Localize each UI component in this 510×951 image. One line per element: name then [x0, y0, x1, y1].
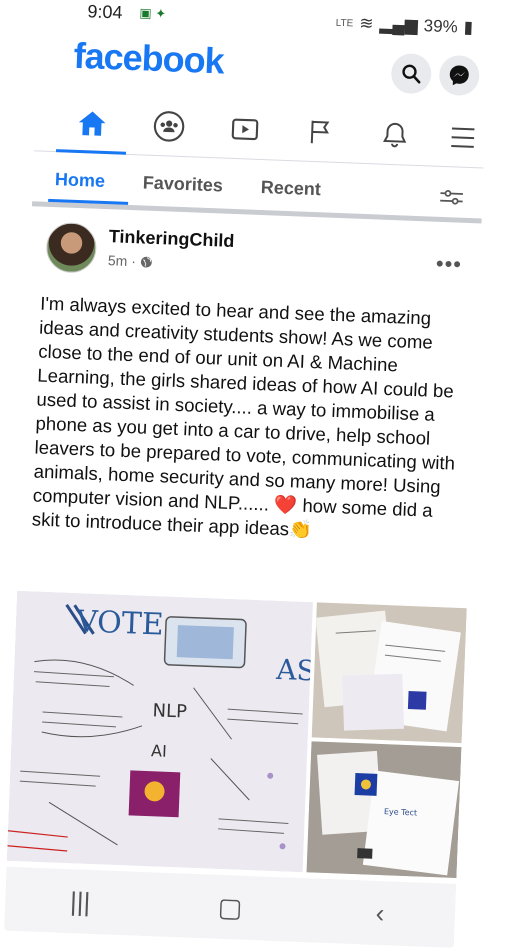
nav-notifications[interactable]: [374, 114, 416, 156]
post-author[interactable]: TinkeringChild: [108, 226, 234, 252]
flag-icon: [310, 120, 330, 144]
messenger-button[interactable]: [438, 54, 480, 97]
nav-pages[interactable]: [300, 111, 342, 153]
home-icon: [78, 111, 106, 136]
app-sketch-image: Eye Tect: [306, 741, 462, 878]
poster-sketch-image: VOTE ASSI NLP AI: [6, 590, 313, 873]
status-right: LTE ≋ ▂▄▆ 39% ▮: [335, 13, 474, 38]
nav-groups[interactable]: [148, 106, 190, 148]
tab-favorites[interactable]: Favorites: [142, 172, 224, 196]
back-icon[interactable]: ‹: [349, 896, 410, 929]
messenger-icon: [449, 65, 469, 86]
tab-home[interactable]: Home: [55, 169, 106, 192]
post-text: I'm always excited to hear and see the a…: [31, 292, 456, 541]
more-options-icon[interactable]: •••: [435, 251, 462, 278]
post-photo-3[interactable]: Eye Tect: [306, 741, 462, 878]
svg-text:ASSI: ASSI: [275, 653, 313, 689]
nav-menu[interactable]: [442, 117, 484, 159]
signal-icon: ▂▄▆: [379, 14, 419, 35]
tab-recent[interactable]: Recent: [260, 177, 321, 200]
post-photo-main[interactable]: VOTE ASSI NLP AI: [6, 590, 313, 873]
battery-icon: ▮: [463, 17, 474, 38]
svg-text:VOTE: VOTE: [74, 604, 164, 642]
nav-watch[interactable]: [224, 109, 266, 151]
phone-screen: 9:04 ▣ ✦ LTE ≋ ▂▄▆ 39% ▮ facebook Home F…: [4, 0, 490, 948]
post-photo-2[interactable]: [311, 602, 467, 744]
system-nav-bar: ||| ▢ ‹: [4, 866, 457, 948]
bell-icon: [383, 122, 407, 148]
nav-active-indicator: [56, 149, 127, 155]
menu-icon: [451, 127, 475, 148]
avatar[interactable]: [45, 221, 98, 274]
filter-icon[interactable]: [436, 182, 467, 213]
svg-text:AI: AI: [151, 741, 167, 761]
papers-on-desk-image: [311, 602, 467, 744]
status-time: 9:04: [87, 1, 123, 23]
notification-icons: ▣ ✦: [139, 5, 167, 22]
feed-tabs: Home Favorites Recent: [31, 156, 484, 224]
tab-active-indicator: [48, 198, 129, 205]
separator-dot: ·: [131, 253, 137, 270]
facebook-logo[interactable]: facebook: [73, 35, 225, 83]
svg-text:Eye Tect: Eye Tect: [384, 807, 418, 817]
svg-text:NLP: NLP: [152, 700, 187, 722]
network-label: LTE: [335, 17, 354, 29]
video-icon: [231, 118, 259, 141]
nav-home[interactable]: [71, 103, 113, 145]
post-header: TinkeringChild 5m · •••: [29, 217, 481, 294]
home-button-icon[interactable]: ▢: [200, 891, 261, 924]
main-nav-bar: [34, 91, 486, 169]
post-photos: VOTE ASSI NLP AI Eye Tect: [6, 590, 467, 878]
groups-icon: [153, 111, 185, 142]
post-meta: 5m ·: [108, 252, 154, 270]
recent-apps-icon[interactable]: |||: [50, 885, 111, 918]
globe-icon: [141, 256, 152, 268]
post-time[interactable]: 5m: [108, 252, 128, 269]
wifi-icon: ≋: [358, 13, 374, 34]
search-icon: [402, 64, 421, 84]
battery-level: 39%: [423, 16, 459, 37]
search-button[interactable]: [390, 52, 433, 95]
